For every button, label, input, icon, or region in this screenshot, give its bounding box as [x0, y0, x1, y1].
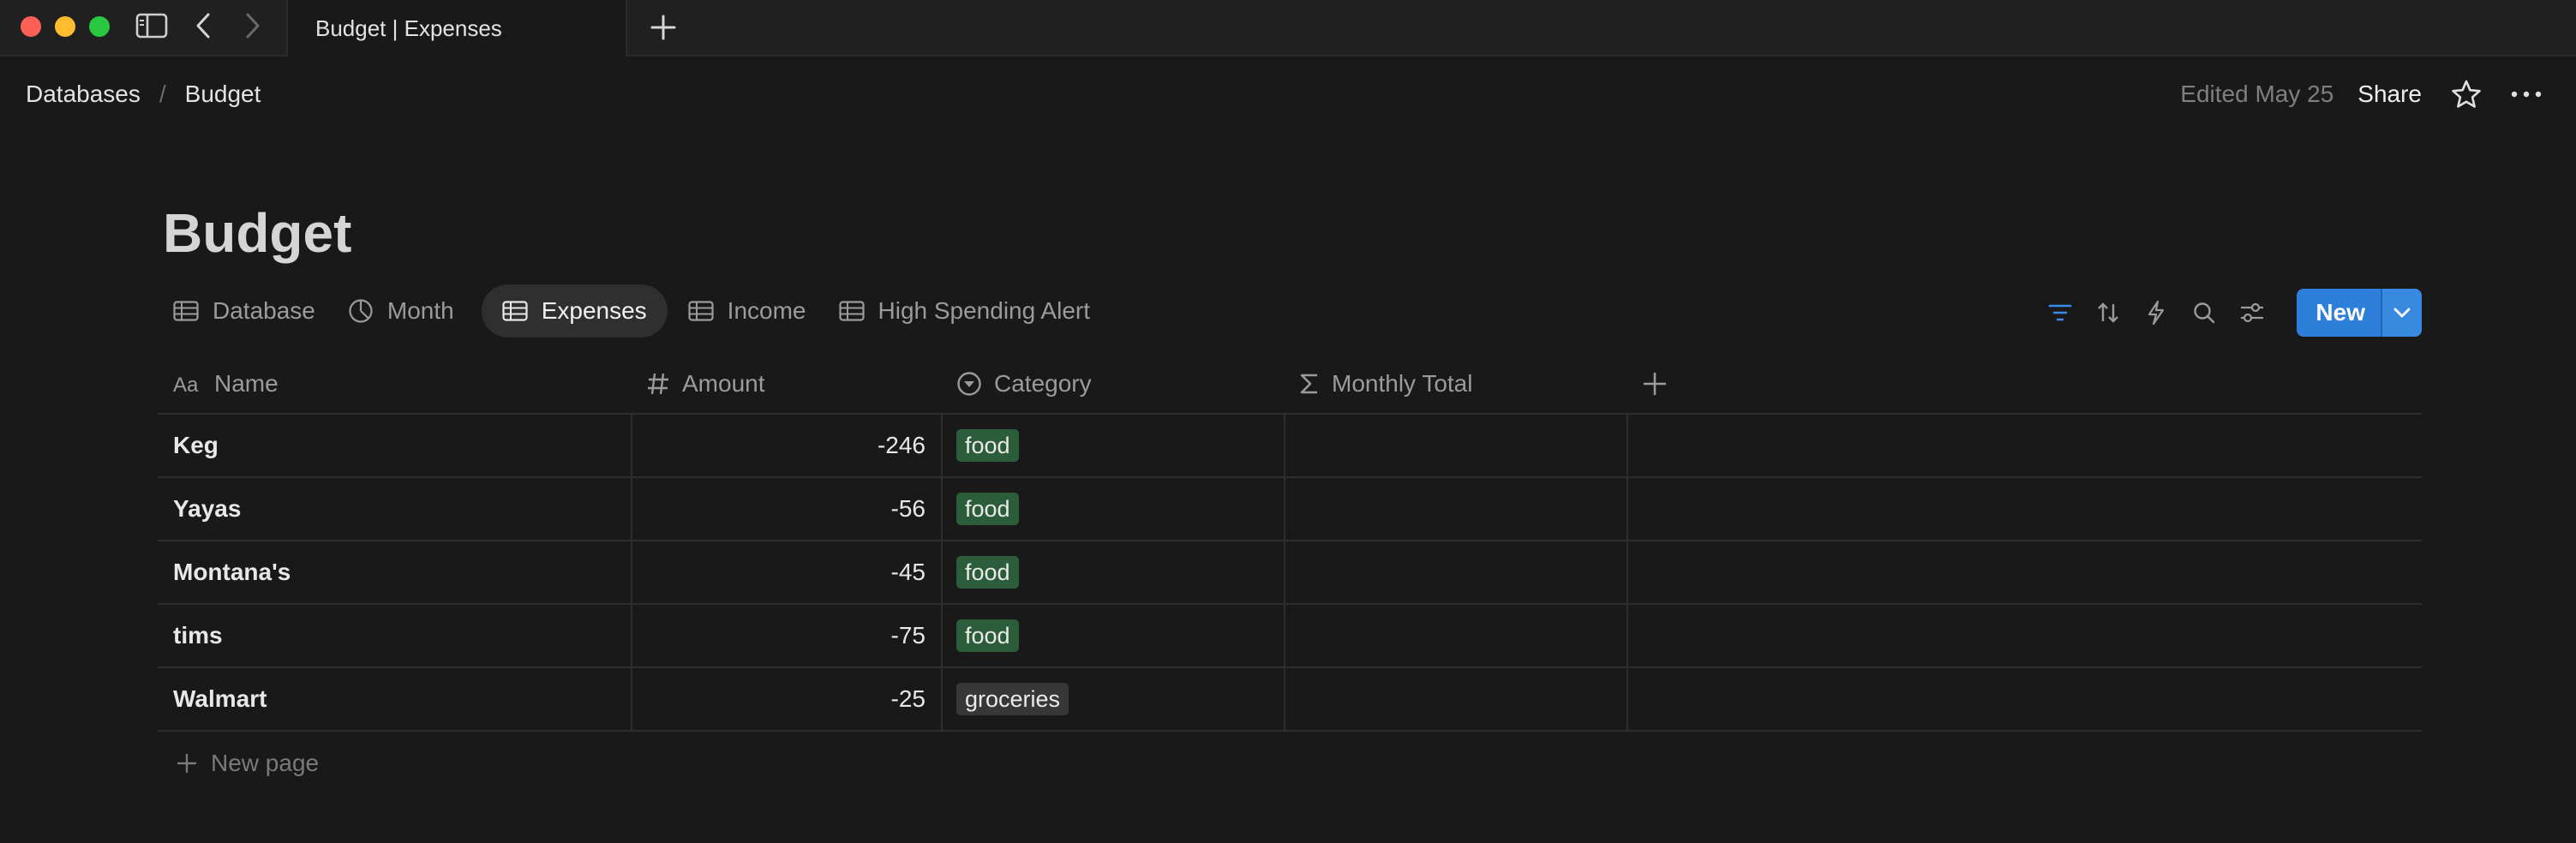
cell-name[interactable]: Walmart — [158, 668, 631, 730]
new-tab-plus-icon[interactable] — [646, 10, 680, 45]
more-options-icon[interactable] — [2511, 90, 2542, 99]
category-tag: food — [956, 493, 1019, 525]
search-icon[interactable] — [2180, 289, 2228, 337]
view-tab-income[interactable]: Income — [678, 284, 824, 338]
table-row[interactable]: Walmart -25 groceries — [158, 668, 2422, 732]
column-header-monthly-total[interactable]: Monthly Total — [1284, 355, 1626, 413]
category-tag: food — [956, 429, 1019, 462]
cell-monthly-total[interactable] — [1284, 541, 1626, 603]
column-header-name[interactable]: Aa Name — [158, 355, 631, 413]
view-tab-expenses[interactable]: Expenses — [481, 284, 668, 338]
minimize-window-button[interactable] — [55, 16, 75, 37]
chevron-down-icon[interactable] — [2381, 289, 2422, 337]
cell-empty — [1626, 668, 2422, 730]
cell-category[interactable]: food — [941, 415, 1284, 476]
column-header-label: Monthly Total — [1332, 370, 1473, 397]
database-toolbar: New — [2036, 289, 2422, 337]
view-tab-label: Month — [386, 297, 454, 324]
column-header-label: Category — [994, 370, 1092, 397]
table-row[interactable]: tims -75 food — [158, 605, 2422, 668]
automation-bolt-icon[interactable] — [2132, 289, 2180, 337]
title-bar: Budget | Expenses — [0, 0, 2576, 57]
cell-amount[interactable]: -246 — [631, 415, 941, 476]
breadcrumb-separator: / — [159, 81, 166, 107]
view-tab-database[interactable]: Database — [163, 284, 332, 338]
cell-category[interactable]: groceries — [941, 668, 1284, 730]
view-tabs: Database Month Expenses Income High Spen… — [163, 284, 1112, 338]
sidebar-toggle-icon[interactable] — [134, 11, 170, 40]
number-property-icon — [646, 372, 670, 396]
filter-icon[interactable] — [2036, 289, 2084, 337]
cell-empty — [1626, 478, 2422, 540]
svg-text:Aa: Aa — [173, 374, 199, 394]
column-header-label: Name — [214, 370, 279, 397]
table-icon — [688, 301, 714, 321]
view-tab-label: Expenses — [541, 297, 647, 324]
table-icon — [502, 301, 528, 321]
table-row[interactable]: Yayas -56 food — [158, 478, 2422, 541]
text-property-icon: Aa — [173, 374, 202, 394]
chart-icon — [348, 298, 374, 324]
cell-name[interactable]: tims — [158, 605, 631, 667]
cell-name[interactable]: Yayas — [158, 478, 631, 540]
column-header-category[interactable]: Category — [941, 355, 1284, 413]
table-row[interactable]: Keg -246 food — [158, 415, 2422, 478]
page-actions: Edited May 25 Share — [2180, 75, 2542, 113]
cell-amount[interactable]: -45 — [631, 541, 941, 603]
table-row[interactable]: Montana's -45 food — [158, 541, 2422, 605]
cell-monthly-total[interactable] — [1284, 415, 1626, 476]
table-icon — [838, 301, 865, 321]
column-header-amount[interactable]: Amount — [631, 355, 941, 413]
cell-category[interactable]: food — [941, 478, 1284, 540]
cell-monthly-total[interactable] — [1284, 605, 1626, 667]
edited-timestamp: Edited May 25 — [2180, 81, 2334, 107]
star-icon[interactable] — [2451, 79, 2482, 110]
cell-empty — [1626, 605, 2422, 667]
cell-empty — [1626, 415, 2422, 476]
sigma-rollup-icon — [1299, 372, 1320, 396]
settings-sliders-icon[interactable] — [2228, 289, 2276, 337]
new-record-button[interactable]: New — [2297, 289, 2422, 337]
select-property-icon — [956, 371, 982, 397]
view-tab-label: High Spending Alert — [878, 297, 1091, 324]
new-page-button[interactable]: New page — [158, 732, 2422, 795]
tab-title: Budget | Expenses — [315, 15, 502, 41]
new-page-label: New page — [211, 750, 320, 776]
page-title[interactable]: Budget — [163, 199, 351, 267]
cell-category[interactable]: food — [941, 605, 1284, 667]
view-tab-month[interactable]: Month — [338, 284, 471, 338]
cell-category[interactable]: food — [941, 541, 1284, 603]
category-tag: groceries — [956, 683, 1069, 715]
column-header-label: Amount — [682, 370, 765, 397]
table-header: Aa Name Amount Category Monthly Total — [158, 355, 2422, 415]
breadcrumb-budget[interactable]: Budget — [185, 81, 261, 108]
view-tab-label: Income — [727, 297, 806, 324]
cell-monthly-total[interactable] — [1284, 668, 1626, 730]
cell-amount[interactable]: -75 — [631, 605, 941, 667]
expenses-table: Aa Name Amount Category Monthly Total Ke… — [158, 355, 2422, 795]
cell-monthly-total[interactable] — [1284, 478, 1626, 540]
forward-arrow-icon[interactable] — [240, 10, 266, 41]
plus-icon — [177, 753, 197, 774]
cell-name[interactable]: Keg — [158, 415, 631, 476]
new-button-label[interactable]: New — [2297, 289, 2381, 337]
cell-name[interactable]: Montana's — [158, 541, 631, 603]
view-tab-label: Database — [213, 297, 315, 324]
view-tab-high-spending-alert[interactable]: High Spending Alert — [829, 284, 1108, 338]
share-button[interactable]: Share — [2357, 81, 2422, 108]
cell-empty — [1626, 541, 2422, 603]
fullscreen-window-button[interactable] — [89, 16, 110, 37]
category-tag: food — [956, 619, 1019, 652]
breadcrumb: Databases / Budget — [26, 79, 261, 110]
cell-amount[interactable]: -25 — [631, 668, 941, 730]
table-icon — [173, 301, 199, 321]
back-arrow-icon[interactable] — [190, 10, 216, 41]
close-window-button[interactable] — [21, 16, 41, 37]
sort-icon[interactable] — [2084, 289, 2132, 337]
breadcrumb-databases[interactable]: Databases — [26, 81, 141, 108]
add-property-plus-icon[interactable] — [1626, 355, 2422, 413]
browser-tab[interactable]: Budget | Expenses — [286, 0, 627, 57]
category-tag: food — [956, 556, 1019, 589]
cell-amount[interactable]: -56 — [631, 478, 941, 540]
